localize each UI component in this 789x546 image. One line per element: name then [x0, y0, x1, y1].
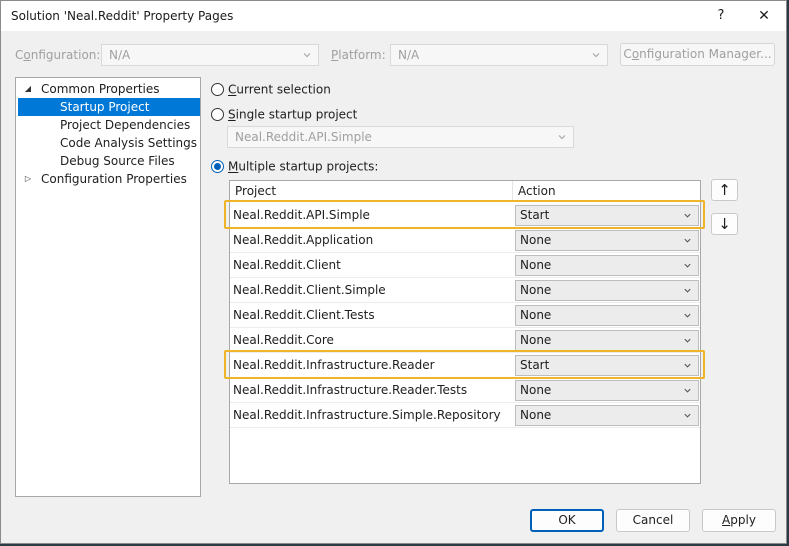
table-row[interactable]: Neal.Reddit.Infrastructure.Simple.Reposi…: [230, 403, 700, 428]
chevron-down-icon: [684, 388, 691, 393]
chevron-down-icon: [684, 263, 691, 268]
apply-button[interactable]: Apply: [702, 509, 776, 532]
column-header-project[interactable]: Project: [230, 181, 276, 201]
single-startup-dropdown[interactable]: Neal.Reddit.API.Simple: [227, 126, 574, 148]
project-name: Neal.Reddit.Infrastructure.Reader: [233, 358, 435, 372]
radio-current-selection[interactable]: Current selection: [211, 81, 331, 99]
table-row[interactable]: Neal.Reddit.Application None: [230, 228, 700, 253]
grid-header: Project Action: [230, 181, 700, 201]
radio-button-icon[interactable]: [211, 83, 224, 96]
close-button[interactable]: ✕: [749, 5, 779, 27]
radio-button-checked-icon[interactable]: [211, 160, 224, 173]
configuration-value: N/A: [109, 48, 131, 62]
property-pages-dialog: Solution 'Neal.Reddit' Property Pages ? …: [0, 0, 787, 544]
help-button[interactable]: ?: [707, 5, 735, 27]
chevron-down-icon: [684, 363, 691, 368]
chevron-down-icon: [303, 53, 311, 58]
collapsed-triangle-icon[interactable]: ▷: [22, 170, 34, 188]
tree-item-startup-project[interactable]: Startup Project: [18, 98, 200, 116]
tree-item-code-analysis-settings[interactable]: Code Analysis Settings: [60, 134, 197, 152]
startup-projects-grid: Project Action Neal.Reddit.API.Simple St…: [229, 180, 701, 484]
action-dropdown[interactable]: None: [515, 305, 699, 326]
action-dropdown[interactable]: Start: [515, 355, 699, 376]
configuration-dropdown[interactable]: N/A: [101, 44, 319, 66]
action-dropdown[interactable]: None: [515, 230, 699, 251]
table-row[interactable]: Neal.Reddit.Infrastructure.Reader Start: [230, 353, 700, 378]
property-tree: ◢ Common Properties Startup Project Proj…: [15, 77, 201, 497]
move-down-button[interactable]: ↓: [711, 213, 738, 235]
project-name: Neal.Reddit.Core: [233, 333, 334, 347]
chevron-down-icon: [684, 213, 691, 218]
window-title: Solution 'Neal.Reddit' Property Pages: [11, 9, 234, 23]
ok-button[interactable]: OK: [530, 509, 604, 532]
action-dropdown[interactable]: None: [515, 405, 699, 426]
column-header-action[interactable]: Action: [513, 181, 556, 201]
chevron-down-icon: [684, 288, 691, 293]
project-name: Neal.Reddit.Client: [233, 258, 341, 272]
cancel-button[interactable]: Cancel: [616, 509, 690, 532]
chevron-down-icon: [684, 338, 691, 343]
chevron-down-icon: [684, 238, 691, 243]
tree-item-debug-source-files[interactable]: Debug Source Files: [60, 152, 175, 170]
platform-label: Platform:: [331, 48, 386, 62]
radio-multiple-startup[interactable]: Multiple startup projects:: [211, 158, 378, 176]
table-row[interactable]: Neal.Reddit.Client.Tests None: [230, 303, 700, 328]
action-dropdown[interactable]: None: [515, 380, 699, 401]
title-bar: Solution 'Neal.Reddit' Property Pages ? …: [1, 1, 786, 31]
action-dropdown[interactable]: Start: [515, 205, 699, 226]
project-name: Neal.Reddit.Client.Simple: [233, 283, 386, 297]
project-name: Neal.Reddit.Infrastructure.Reader.Tests: [233, 383, 468, 397]
move-up-button[interactable]: ↑: [711, 179, 738, 201]
configuration-label: Configuration:: [15, 48, 101, 62]
table-row[interactable]: Neal.Reddit.API.Simple Start: [230, 203, 700, 228]
platform-value: N/A: [398, 48, 420, 62]
project-name: Neal.Reddit.API.Simple: [233, 208, 370, 222]
tree-item-project-dependencies[interactable]: Project Dependencies: [60, 116, 190, 134]
platform-dropdown[interactable]: N/A: [390, 44, 608, 66]
action-dropdown[interactable]: None: [515, 330, 699, 351]
configuration-manager-button[interactable]: Configuration Manager...: [620, 43, 775, 66]
chevron-down-icon: [684, 413, 691, 418]
tree-item-common-properties[interactable]: Common Properties: [41, 80, 160, 98]
expanded-triangle-icon[interactable]: ◢: [22, 80, 34, 98]
radio-button-icon[interactable]: [211, 108, 224, 121]
chevron-down-icon: [592, 53, 600, 58]
arrow-down-icon: ↓: [718, 215, 731, 233]
project-name: Neal.Reddit.Application: [233, 233, 374, 247]
chevron-down-icon: [558, 135, 566, 140]
tree-item-configuration-properties[interactable]: Configuration Properties: [41, 170, 187, 188]
single-startup-value: Neal.Reddit.API.Simple: [235, 130, 372, 144]
table-row[interactable]: Neal.Reddit.Infrastructure.Reader.Tests …: [230, 378, 700, 403]
radio-single-startup[interactable]: Single startup project: [211, 106, 357, 124]
project-name: Neal.Reddit.Infrastructure.Simple.Reposi…: [233, 408, 501, 422]
table-row[interactable]: Neal.Reddit.Client.Simple None: [230, 278, 700, 303]
action-dropdown[interactable]: None: [515, 280, 699, 301]
arrow-up-icon: ↑: [718, 181, 731, 199]
project-name: Neal.Reddit.Client.Tests: [233, 308, 375, 322]
table-row[interactable]: Neal.Reddit.Core None: [230, 328, 700, 353]
table-row[interactable]: Neal.Reddit.Client None: [230, 253, 700, 278]
action-dropdown[interactable]: None: [515, 255, 699, 276]
chevron-down-icon: [684, 313, 691, 318]
